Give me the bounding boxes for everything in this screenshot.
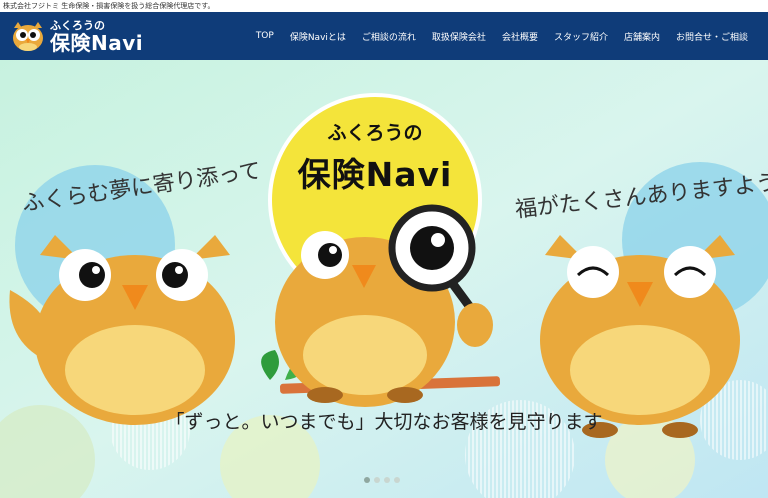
logo-title: 保険Navi — [50, 30, 144, 55]
hero-tagline: 「ずっと。いつまでも」大切なお客様を見守ります — [165, 411, 603, 433]
slider-dot-1[interactable] — [364, 477, 370, 483]
nav-store[interactable]: 店舗案内 — [624, 30, 660, 43]
hero-slider: ふくろうの 保険Navi ふくらむ夢に寄り添って 福がたくさんありますように 「… — [0, 60, 768, 498]
badge-title: 保険Navi — [297, 155, 453, 194]
nav-contact[interactable]: お問合せ・ご相談 — [676, 30, 748, 43]
nav-top[interactable]: TOP — [256, 31, 274, 41]
slider-dot-2[interactable] — [374, 477, 380, 483]
main-nav: TOP 保険Naviとは ご相談の流れ 取扱保険会社 会社概要 スタッフ紹介 店… — [240, 12, 748, 60]
site-logo[interactable]: ふくろうの 保険Navi — [10, 15, 143, 57]
badge-subtitle: ふくろうの — [327, 122, 423, 144]
slider-dot-4[interactable] — [394, 477, 400, 483]
site-header: ふくろうの 保険Navi TOP 保険Naviとは ご相談の流れ 取扱保険会社 … — [0, 12, 768, 60]
nav-staff[interactable]: スタッフ紹介 — [554, 30, 608, 43]
slider-pagination — [364, 477, 404, 483]
slider-dot-3[interactable] — [384, 477, 390, 483]
nav-insurers[interactable]: 取扱保険会社 — [432, 30, 486, 43]
owl-logo-icon — [13, 22, 43, 51]
nav-about[interactable]: 保険Naviとは — [290, 30, 346, 43]
logo-subtitle: ふくろうの — [50, 18, 105, 32]
topbar-notice: 株式会社フジトミ 生命保険・損害保険を扱う総合保険代理店です。 — [0, 0, 768, 12]
nav-company[interactable]: 会社概要 — [502, 30, 538, 43]
nav-flow[interactable]: ご相談の流れ — [362, 30, 416, 43]
